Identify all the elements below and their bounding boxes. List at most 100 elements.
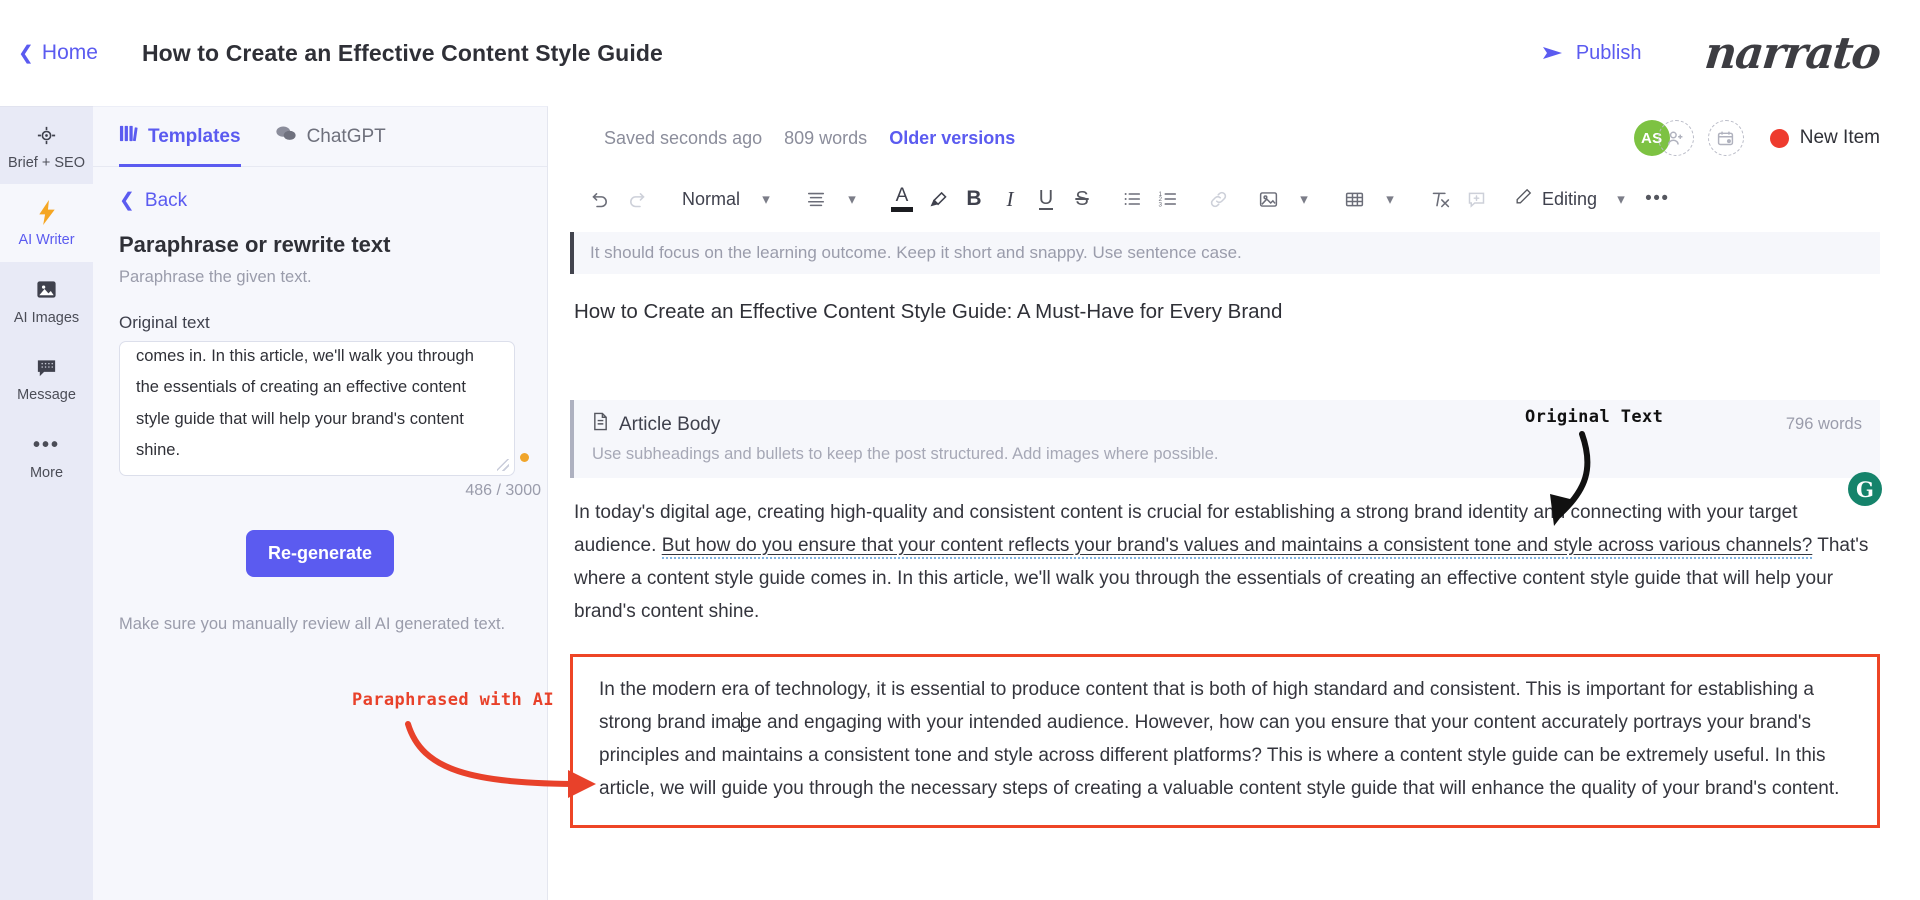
original-text-input[interactable]: channels? That's where a content style g… — [119, 341, 515, 476]
svg-text:3: 3 — [1158, 201, 1162, 208]
sidebar-item-label: Message — [17, 387, 76, 404]
word-count: 809 words — [784, 127, 868, 148]
new-item-label: New Item — [1799, 127, 1880, 148]
section-name: Article Body — [619, 413, 721, 435]
templates-panel: Templates ChatGPT ❮ Back Paraphrase or r… — [93, 106, 548, 900]
page-title: How to Create an Effective Content Style… — [141, 39, 663, 66]
sidebar-item-label: AI Writer — [18, 232, 75, 249]
add-comment-icon[interactable] — [1458, 179, 1494, 219]
character-counter: 486 / 3000 — [465, 482, 541, 499]
tab-templates[interactable]: Templates — [119, 107, 241, 167]
chevron-down-icon[interactable]: ▾ — [748, 179, 784, 219]
section-title: Article Body — [592, 412, 720, 437]
sidebar-item-label: Brief + SEO — [8, 155, 85, 171]
sidebar-item-ai-images[interactable]: AI Images — [0, 262, 93, 339]
chevron-down-icon[interactable]: ▾ — [1603, 179, 1639, 219]
selected-sentence[interactable]: But how do you ensure that your content … — [661, 535, 1813, 559]
section-word-count: 796 words — [1785, 415, 1862, 433]
ai-disclaimer: Make sure you manually review all AI gen… — [119, 615, 506, 633]
highlighter-icon[interactable] — [920, 179, 956, 219]
regenerate-button[interactable]: Re-generate — [246, 530, 394, 577]
template-title: Paraphrase or rewrite text — [119, 232, 391, 257]
bold-button[interactable]: B — [956, 179, 992, 219]
annotation-paraphrased-with-ai: Paraphrased with AI — [352, 690, 555, 710]
article-body-section: Article Body 796 words Use subheadings a… — [570, 400, 1880, 478]
chevron-down-icon[interactable]: ▾ — [1372, 179, 1408, 219]
older-versions-link[interactable]: Older versions — [889, 128, 1015, 149]
publish-button[interactable]: Publish — [1542, 41, 1642, 65]
publish-label: Publish — [1575, 41, 1642, 64]
more-options-icon[interactable]: ••• — [1639, 179, 1675, 219]
schedule-button[interactable] — [1707, 120, 1744, 156]
resize-handle-icon[interactable] — [497, 459, 509, 471]
sidebar-item-message[interactable]: Message — [0, 339, 93, 416]
chevron-left-icon: ❮ — [18, 42, 34, 64]
editing-mode-button[interactable]: Editing — [1508, 179, 1603, 219]
insert-image-icon[interactable] — [1250, 179, 1286, 219]
status-dot — [520, 453, 529, 462]
tab-label: Templates — [148, 125, 241, 147]
back-button[interactable]: ❮ Back — [119, 189, 547, 212]
ellipsis-icon: ••• — [32, 433, 60, 456]
sidebar-item-label: AI Images — [13, 309, 80, 326]
original-paragraph[interactable]: In today's digital age, creating high-qu… — [574, 496, 1880, 628]
italic-button[interactable]: I — [992, 179, 1028, 219]
editor-status-right: AS New Item — [1633, 120, 1880, 156]
redo-icon[interactable] — [618, 179, 654, 219]
chevron-left-icon: ❮ — [119, 190, 135, 211]
align-icon[interactable] — [798, 179, 834, 219]
chevron-down-icon[interactable]: ▾ — [1286, 179, 1322, 219]
home-label: Home — [41, 41, 98, 64]
pencil-icon — [1514, 187, 1533, 211]
original-text-label: Original text — [119, 313, 210, 332]
original-text-wrapper: channels? That's where a content style g… — [119, 341, 529, 476]
collaborator-avatars: AS — [1633, 120, 1694, 156]
sidebar-item-ai-writer[interactable]: AI Writer — [0, 184, 93, 262]
top-bar: ❮ Home How to Create an Effective Conten… — [0, 0, 1920, 106]
tab-chatgpt[interactable]: ChatGPT — [275, 107, 386, 167]
section-hint: Use subheadings and bullets to keep the … — [592, 445, 1219, 463]
chevron-down-icon[interactable]: ▾ — [834, 179, 870, 219]
tab-label: ChatGPT — [306, 125, 386, 147]
formatting-toolbar: Normal ▾ ▾ A B I U S 1 2 3 ▾ ▾ Editing ▾… — [548, 170, 1920, 228]
grammarly-badge-icon[interactable]: G — [1848, 472, 1882, 506]
lightning-icon — [2, 198, 91, 226]
title-hint-bar: It should focus on the learning outcome.… — [570, 232, 1880, 274]
sidebar-item-more[interactable]: ••• More — [0, 417, 93, 494]
clear-format-icon[interactable] — [1422, 179, 1458, 219]
original-text-value: channels? That's where a content style g… — [136, 346, 474, 460]
undo-icon[interactable] — [582, 179, 618, 219]
paraphrased-paragraph-box[interactable]: In the modern era of technology, it is e… — [570, 654, 1880, 828]
bullet-list-icon[interactable] — [1114, 179, 1150, 219]
paraphrased-text-b: ge and engaging with your intended audie… — [599, 712, 1840, 799]
target-icon — [2, 121, 91, 149]
app-root: ❮ Home How to Create an Effective Conten… — [0, 0, 1920, 900]
add-collaborator-button[interactable] — [1657, 120, 1694, 156]
underline-button[interactable]: U — [1028, 179, 1064, 219]
image-icon — [2, 276, 91, 304]
home-back-link[interactable]: ❮ Home — [18, 41, 98, 65]
link-icon[interactable] — [1200, 179, 1236, 219]
strikethrough-button[interactable]: S — [1064, 179, 1100, 219]
annotation-original-text: Original Text — [1525, 407, 1664, 427]
document-icon — [592, 412, 609, 437]
numbered-list-icon[interactable]: 1 2 3 — [1150, 179, 1186, 219]
saved-status: Saved seconds ago — [604, 127, 763, 148]
panel-tabs: Templates ChatGPT — [93, 107, 547, 167]
template-subtitle: Paraphrase the given text. — [119, 268, 312, 286]
paragraph-style-select[interactable]: Normal — [668, 179, 748, 219]
status-badge — [1769, 128, 1789, 148]
editing-mode-label: Editing — [1542, 188, 1598, 209]
narrato-logo: narrato — [1702, 27, 1883, 79]
back-label: Back — [144, 189, 188, 211]
article-title[interactable]: How to Create an Effective Content Style… — [574, 300, 1920, 324]
text-color-icon[interactable]: A — [884, 179, 920, 219]
top-bar-right: Publish narrato — [1542, 28, 1920, 79]
chat-icon — [2, 353, 91, 381]
left-icon-rail: Brief + SEO AI Writer AI Images Message — [0, 106, 93, 900]
sidebar-item-brief-seo[interactable]: Brief + SEO — [0, 107, 93, 185]
document-editor: Saved seconds ago 809 words Older versio… — [548, 106, 1920, 900]
new-item-status[interactable]: New Item — [1769, 127, 1880, 149]
insert-table-icon[interactable] — [1336, 179, 1372, 219]
editor-status-bar: Saved seconds ago 809 words Older versio… — [548, 106, 1920, 170]
